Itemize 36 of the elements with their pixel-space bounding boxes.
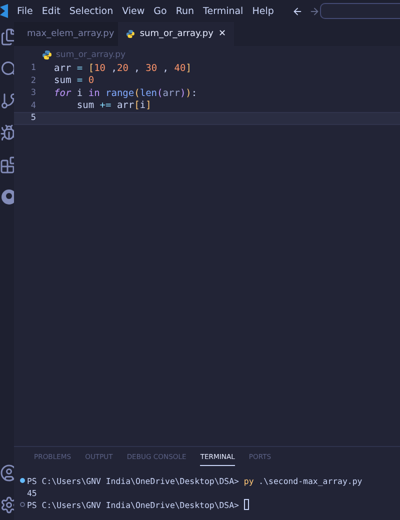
settings-icon[interactable] [0, 496, 14, 514]
back-arrow-icon[interactable] [292, 6, 303, 16]
editor-tab[interactable]: sum_or_array.py ✕ [118, 22, 234, 46]
bug-icon[interactable] [0, 124, 14, 142]
terminal-line: PS C:\Users\GNV India\OneDrive\Desktop\DSA> py .\second-max_array.py [27, 476, 362, 486]
source-control-icon[interactable] [0, 92, 14, 110]
menu-item[interactable]: Help [252, 6, 274, 16]
search-field[interactable] [320, 3, 400, 19]
line-number: 3 [30, 88, 37, 98]
menu-item[interactable]: View [122, 6, 145, 16]
account-icon[interactable] [0, 464, 14, 482]
files-icon[interactable] [0, 28, 14, 46]
code-line: for i in range(len(arr)): [54, 88, 198, 99]
code-line: arr = [10 ,20 , 30 , 40] [54, 62, 192, 74]
line-number: 5 [30, 113, 37, 124]
menu-item[interactable]: Run [176, 6, 194, 16]
editor-tab[interactable]: max_elem_array.py [14, 22, 118, 46]
terminal-line: 45 [27, 488, 37, 498]
menu-item[interactable]: File [17, 6, 33, 16]
code-line: sum = 0 [54, 75, 94, 86]
menu-item[interactable]: Edit [42, 6, 60, 16]
extensions-icon[interactable] [0, 156, 14, 174]
menu-item[interactable]: Selection [69, 6, 114, 16]
forward-arrow-icon[interactable] [308, 6, 320, 16]
line-number: 4 [30, 100, 37, 111]
search-icon[interactable] [0, 60, 14, 78]
app-logo-icon [0, 4, 8, 18]
python-file-icon [126, 29, 135, 39]
python-file-icon [42, 50, 52, 60]
menu-item[interactable]: Terminal [203, 6, 244, 16]
line-number: 1 [30, 63, 37, 74]
code-line: sum += arr[i] [76, 100, 152, 112]
line-number: 2 [30, 76, 37, 86]
menu-item[interactable]: Go [154, 6, 167, 16]
close-icon[interactable]: ✕ [218, 29, 226, 39]
terminal-line: PS C:\Users\GNV India\OneDrive\Desktop\DSA> [27, 500, 240, 510]
